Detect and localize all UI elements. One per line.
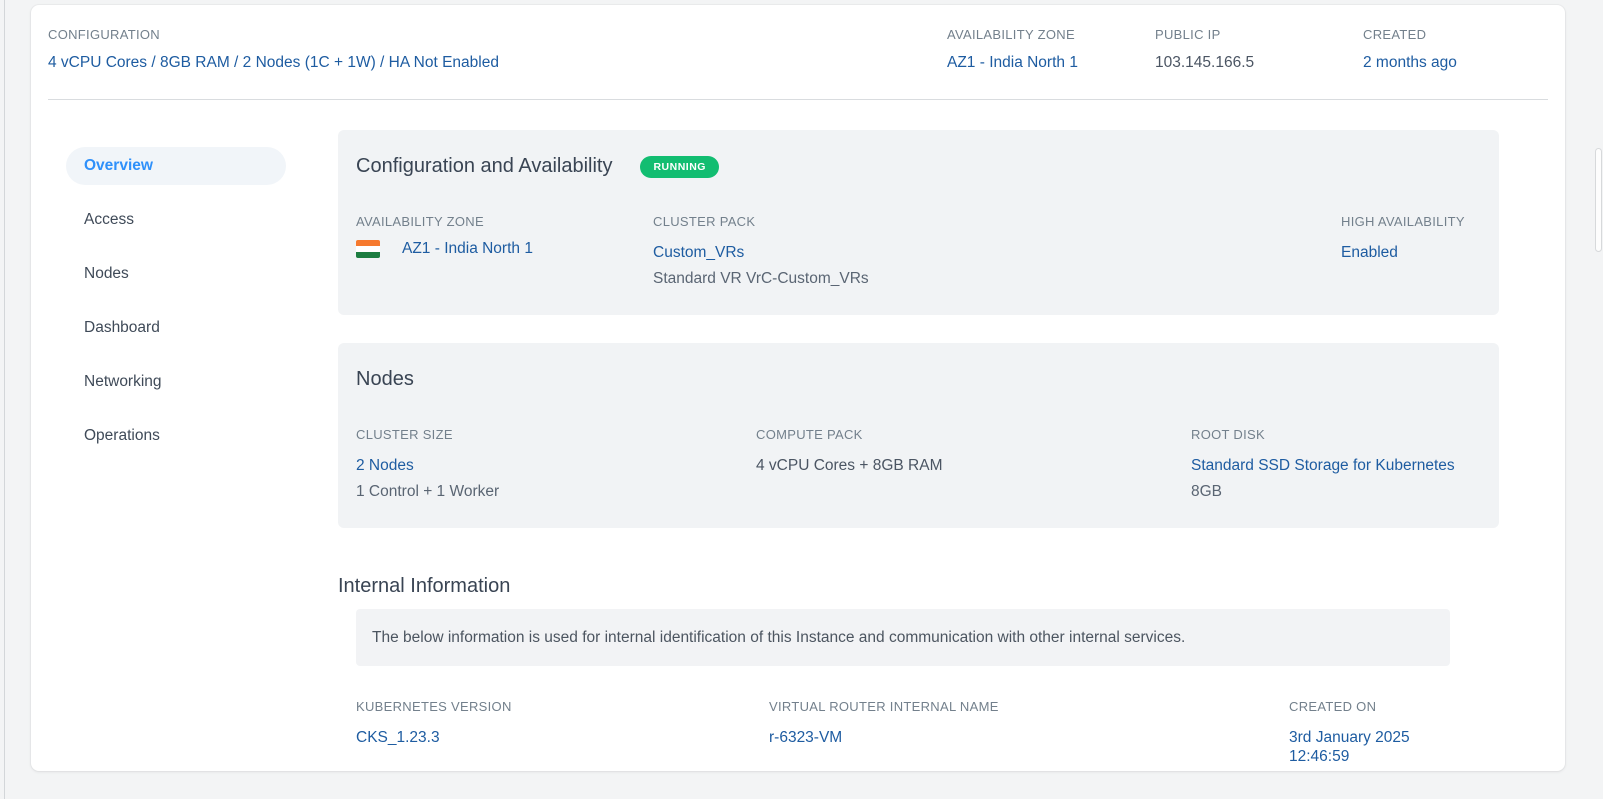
root-disk-field-value[interactable]: Standard SSD Storage for Kubernetes bbox=[1191, 456, 1481, 475]
created-label: CREATED bbox=[1363, 27, 1427, 42]
high-availability-field-label: HIGH AVAILABILITY bbox=[1341, 214, 1465, 229]
virtual-router-field: VIRTUAL ROUTER INTERNAL NAME r-6323-VM bbox=[769, 699, 1289, 766]
created-on-field-value[interactable]: 3rd January 2025 12:46:59 bbox=[1289, 728, 1461, 766]
kubernetes-version-field-label: KUBERNETES VERSION bbox=[356, 699, 512, 714]
availability-zone-summary: AVAILABILITY ZONE AZ1 - India North 1 bbox=[947, 27, 1155, 72]
cluster-pack-field: CLUSTER PACK Custom_VRs Standard VR VrC-… bbox=[653, 214, 1341, 288]
config-availability-section: Configuration and Availability RUNNING A… bbox=[338, 130, 1499, 315]
internal-information-section: Internal Information The below informati… bbox=[338, 573, 1499, 766]
created-on-field-label: CREATED ON bbox=[1289, 699, 1377, 714]
internal-information-title: Internal Information bbox=[338, 575, 511, 597]
public-ip-value: 103.145.166.5 bbox=[1155, 54, 1255, 71]
india-flag-icon bbox=[356, 240, 380, 258]
sidebar-item-operations[interactable]: Operations bbox=[66, 417, 286, 455]
public-ip-label: PUBLIC IP bbox=[1155, 27, 1221, 42]
created-on-field: CREATED ON 3rd January 2025 12:46:59 bbox=[1289, 699, 1461, 766]
config-availability-title: Configuration and Availability bbox=[356, 155, 613, 177]
kubernetes-version-field-value[interactable]: CKS_1.23.3 bbox=[356, 728, 769, 747]
running-status-badge: RUNNING bbox=[640, 155, 719, 178]
public-ip-summary: PUBLIC IP 103.145.166.5 bbox=[1155, 27, 1363, 72]
availability-zone-value-link[interactable]: AZ1 - India North 1 bbox=[947, 54, 1155, 72]
sidebar-item-nodes[interactable]: Nodes bbox=[66, 255, 286, 293]
instance-summary-header: CONFIGURATION 4 vCPU Cores / 8GB RAM / 2… bbox=[31, 5, 1565, 72]
created-summary: CREATED 2 months ago bbox=[1363, 27, 1516, 72]
cluster-size-field: CLUSTER SIZE 2 Nodes 1 Control + 1 Worke… bbox=[356, 427, 756, 501]
availability-zone-label: AVAILABILITY ZONE bbox=[947, 27, 1075, 42]
summary-right-group: AVAILABILITY ZONE AZ1 - India North 1 PU… bbox=[947, 27, 1516, 72]
availability-zone-field-label: AVAILABILITY ZONE bbox=[356, 214, 484, 229]
sidebar-item-overview[interactable]: Overview bbox=[66, 147, 286, 185]
cluster-size-field-value[interactable]: 2 Nodes bbox=[356, 456, 756, 475]
virtual-router-field-value[interactable]: r-6323-VM bbox=[769, 728, 1289, 747]
nodes-title: Nodes bbox=[356, 368, 414, 390]
instance-detail-card: CONFIGURATION 4 vCPU Cores / 8GB RAM / 2… bbox=[31, 5, 1565, 771]
high-availability-field-value[interactable]: Enabled bbox=[1341, 243, 1481, 262]
created-value-link[interactable]: 2 months ago bbox=[1363, 54, 1516, 72]
sidebar-item-access[interactable]: Access bbox=[66, 201, 286, 239]
virtual-router-field-label: VIRTUAL ROUTER INTERNAL NAME bbox=[769, 699, 999, 714]
root-disk-field: ROOT DISK Standard SSD Storage for Kuber… bbox=[1191, 427, 1481, 501]
root-disk-field-label: ROOT DISK bbox=[1191, 427, 1265, 442]
high-availability-field: HIGH AVAILABILITY Enabled bbox=[1341, 214, 1481, 288]
cluster-pack-field-label: CLUSTER PACK bbox=[653, 214, 756, 229]
left-panel-divider bbox=[4, 0, 5, 799]
compute-pack-field-label: COMPUTE PACK bbox=[756, 427, 863, 442]
detail-tabs-sidebar: Overview Access Nodes Dashboard Networki… bbox=[31, 100, 286, 766]
cluster-pack-field-value[interactable]: Custom_VRs bbox=[653, 243, 1341, 262]
vertical-scrollbar-thumb[interactable] bbox=[1595, 148, 1602, 252]
configuration-value-link[interactable]: 4 vCPU Cores / 8GB RAM / 2 Nodes (1C + 1… bbox=[48, 54, 499, 72]
kubernetes-version-field: KUBERNETES VERSION CKS_1.23.3 bbox=[356, 699, 769, 766]
sidebar-item-networking[interactable]: Networking bbox=[66, 363, 286, 401]
configuration-summary: CONFIGURATION 4 vCPU Cores / 8GB RAM / 2… bbox=[48, 27, 499, 72]
availability-zone-field-value[interactable]: AZ1 - India North 1 bbox=[402, 240, 533, 258]
nodes-section: Nodes CLUSTER SIZE 2 Nodes 1 Control + 1… bbox=[338, 343, 1499, 528]
configuration-label: CONFIGURATION bbox=[48, 27, 160, 42]
cluster-size-field-sub: 1 Control + 1 Worker bbox=[356, 483, 500, 500]
overview-tab-content: Configuration and Availability RUNNING A… bbox=[338, 100, 1499, 766]
internal-information-note: The below information is used for intern… bbox=[356, 609, 1450, 666]
sidebar-item-dashboard[interactable]: Dashboard bbox=[66, 309, 286, 347]
root-disk-field-sub: 8GB bbox=[1191, 483, 1223, 500]
cluster-pack-field-sub: Standard VR VrC-Custom_VRs bbox=[653, 270, 869, 287]
cluster-size-field-label: CLUSTER SIZE bbox=[356, 427, 453, 442]
compute-pack-field-value: 4 vCPU Cores + 8GB RAM bbox=[756, 457, 943, 474]
compute-pack-field: COMPUTE PACK 4 vCPU Cores + 8GB RAM bbox=[756, 427, 1191, 501]
availability-zone-field: AVAILABILITY ZONE AZ1 - India North 1 bbox=[356, 214, 653, 288]
